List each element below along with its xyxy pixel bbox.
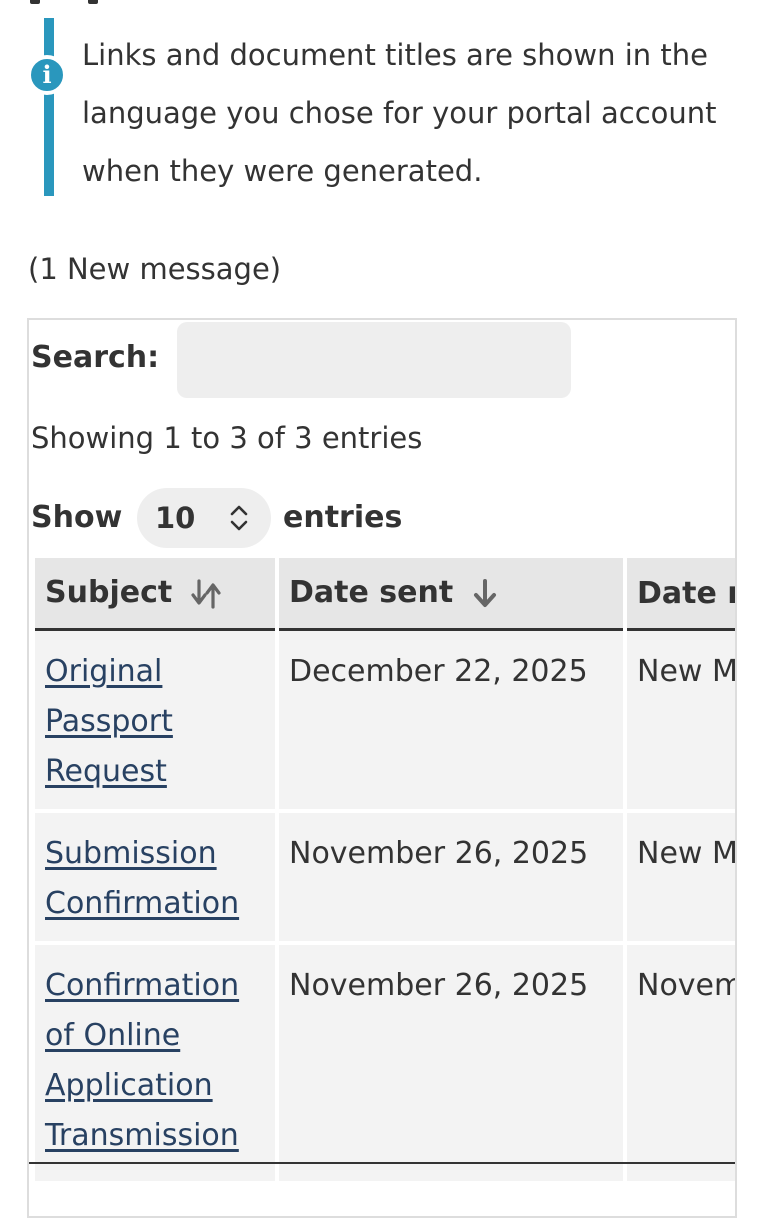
table-row: Confirmation of Online Application Trans…: [35, 945, 735, 1185]
table-info: Showing 1 to 3 of 3 entries: [31, 421, 423, 455]
column-header-date-sent[interactable]: Date sent: [279, 558, 623, 631]
cell-date-sent: November 26, 2025: [279, 813, 623, 945]
search-label: Search:: [31, 340, 160, 375]
notice-accent-bar: [44, 18, 54, 196]
column-header-subject[interactable]: Subject: [35, 558, 275, 631]
table-header-row: Subject Date sent Date r: [35, 558, 737, 631]
cell-subject: Confirmation of Online Application Trans…: [35, 945, 275, 1185]
entries-select-value: 10: [155, 501, 196, 535]
language-notice: Links and document titles are shown in t…: [82, 38, 717, 188]
cell-date-read: New M: [627, 813, 735, 945]
cell-date-read: Novem: [627, 945, 735, 1185]
messages-table: Subject Date sent Date r Original Passpo…: [31, 558, 737, 1185]
sort-desc-icon: [473, 578, 496, 607]
sort-both-icon: [191, 579, 221, 609]
length-prefix: Show: [31, 500, 123, 535]
search-input[interactable]: [177, 322, 571, 398]
message-link[interactable]: Original Passport Request: [45, 654, 173, 789]
cell-subject: Original Passport Request: [35, 631, 275, 813]
chevron-updown-icon: [230, 505, 248, 531]
column-header-date-read[interactable]: Date r: [627, 558, 737, 631]
info-icon: i: [27, 55, 67, 95]
cell-date-sent: December 22, 2025: [279, 631, 623, 813]
entries-select[interactable]: 10: [137, 488, 271, 548]
message-link[interactable]: Confirmation of Online Application Trans…: [45, 968, 239, 1153]
message-link[interactable]: Submission Confirmation: [45, 836, 239, 921]
cell-date-read: New M: [627, 631, 735, 813]
new-message-count: (1 New message): [28, 252, 282, 286]
length-suffix: entries: [283, 500, 403, 535]
column-header-label: Subject: [45, 575, 173, 611]
table-row: Submission Confirmation November 26, 202…: [35, 813, 735, 945]
messages-table-panel: Search: Showing 1 to 3 of 3 entries Show…: [27, 318, 737, 1218]
cell-date-sent: November 26, 2025: [279, 945, 623, 1185]
column-header-label: Date sent: [289, 575, 454, 611]
page-heading-clipped: [30, 0, 130, 4]
entries-length-menu: Show 10 entries: [31, 488, 531, 548]
cell-subject: Submission Confirmation: [35, 813, 275, 945]
column-header-label: Date r: [637, 575, 737, 611]
table-row: Original Passport Request December 22, 2…: [35, 631, 735, 813]
table-bottom-rule: [29, 1162, 735, 1164]
